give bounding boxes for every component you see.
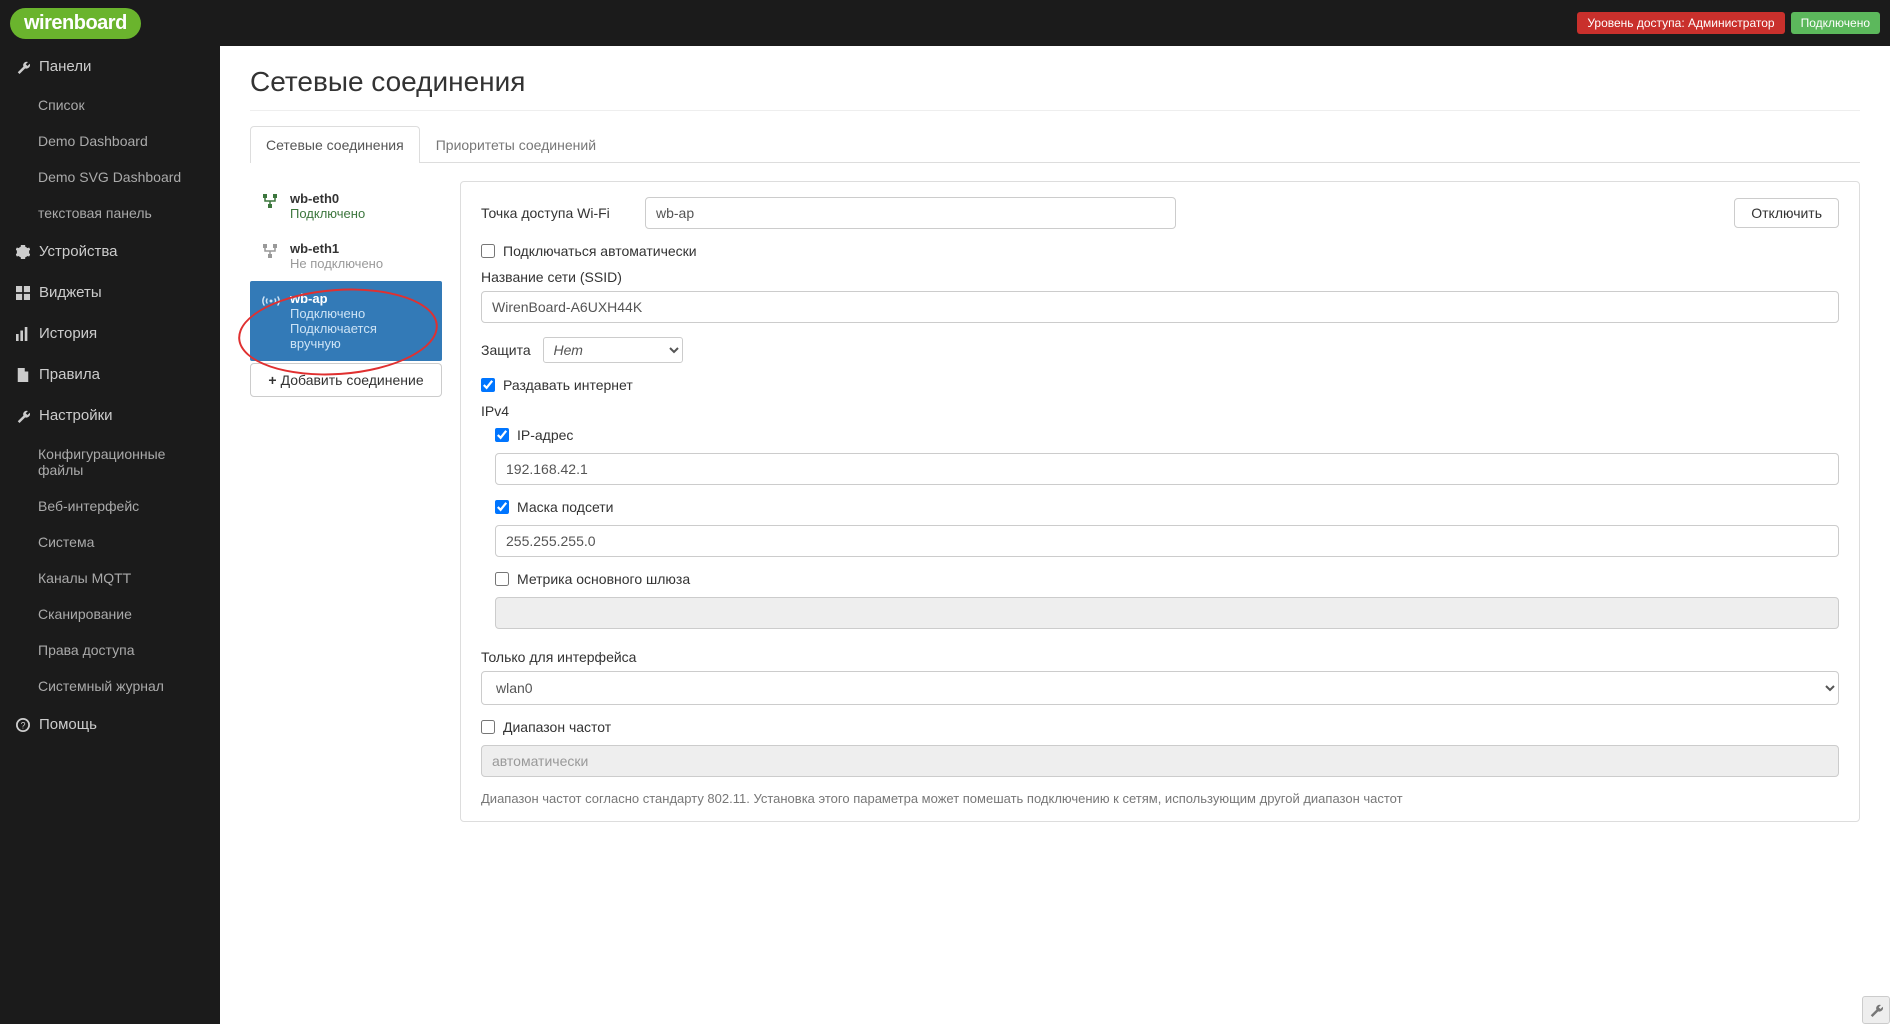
gateway-metric-checkbox[interactable] xyxy=(495,572,509,586)
share-internet-label: Раздавать интернет xyxy=(503,377,633,393)
sidebar-item-demo-dashboard[interactable]: Demo Dashboard xyxy=(0,123,220,159)
sidebar-item-config-files[interactable]: Конфигурационные файлы xyxy=(0,436,220,488)
document-icon xyxy=(15,368,31,382)
connection-name: wb-eth0 xyxy=(290,191,430,206)
connection-name: wb-eth1 xyxy=(290,241,430,256)
connection-status: Подключено xyxy=(290,206,430,221)
wifi-ap-icon xyxy=(262,293,280,351)
sidebar-history-label: История xyxy=(39,325,97,342)
sidebar-item-system[interactable]: Система xyxy=(0,524,220,560)
connection-item-wb-eth0[interactable]: wb-eth0 Подключено xyxy=(250,181,442,231)
sidebar-panels-label: Панели xyxy=(39,58,91,75)
subnet-mask-checkbox[interactable] xyxy=(495,500,509,514)
security-label: Защита xyxy=(481,342,531,358)
gateway-metric-label: Метрика основного шлюза xyxy=(517,571,690,587)
ip-address-label: IP-адрес xyxy=(517,427,573,443)
ssid-label: Название сети (SSID) xyxy=(481,269,1839,285)
sidebar-widgets[interactable]: Виджеты xyxy=(0,272,220,313)
connection-type-label: Точка доступа Wi-Fi xyxy=(481,205,631,221)
connection-name: wb-ap xyxy=(290,291,430,306)
sidebar-item-list[interactable]: Список xyxy=(0,87,220,123)
sidebar-help[interactable]: ? Помощь xyxy=(0,704,220,745)
access-level-badge[interactable]: Уровень доступа: Администратор xyxy=(1577,12,1784,34)
connection-detail-panel: Точка доступа Wi-Fi Отключить Подключать… xyxy=(460,181,1860,822)
wrench-icon xyxy=(15,60,31,74)
wrench-icon xyxy=(15,409,31,423)
interface-label: Только для интерфейса xyxy=(481,649,1839,665)
connection-status-extra: Подключается вручную xyxy=(290,321,430,351)
tab-connection-priorities[interactable]: Приоритеты соединений xyxy=(420,126,612,163)
freq-range-label: Диапазон частот xyxy=(503,719,611,735)
page-settings-button[interactable] xyxy=(1862,996,1890,1024)
sidebar-devices[interactable]: Устройства xyxy=(0,231,220,272)
sidebar-panels[interactable]: Панели xyxy=(0,46,220,87)
add-connection-button[interactable]: + Добавить соединение xyxy=(250,363,442,397)
disconnect-button[interactable]: Отключить xyxy=(1734,198,1839,228)
divider xyxy=(250,110,1860,111)
auto-connect-label: Подключаться автоматически xyxy=(503,243,697,259)
gateway-metric-input xyxy=(495,597,1839,629)
main-content: Сетевые соединения Сетевые соединения Пр… xyxy=(220,46,1890,1024)
sidebar-history[interactable]: История xyxy=(0,313,220,354)
sidebar-item-scanning[interactable]: Сканирование xyxy=(0,596,220,632)
page-title: Сетевые соединения xyxy=(250,66,1860,98)
connection-status-badge: Подключено xyxy=(1791,12,1880,34)
connection-list: wb-eth0 Подключено wb-eth1 Не подключено xyxy=(250,181,442,822)
sidebar-settings[interactable]: Настройки xyxy=(0,395,220,436)
plus-icon: + xyxy=(268,372,276,388)
sidebar-settings-label: Настройки xyxy=(39,407,113,424)
subnet-mask-input[interactable] xyxy=(495,525,1839,557)
sidebar-item-system-log[interactable]: Системный журнал xyxy=(0,668,220,704)
tab-network-connections[interactable]: Сетевые соединения xyxy=(250,126,420,163)
connection-status: Не подключено xyxy=(290,256,430,271)
logo: wirenboard xyxy=(10,8,141,39)
sidebar-item-access-rights[interactable]: Права доступа xyxy=(0,632,220,668)
help-icon: ? xyxy=(15,718,31,732)
sidebar-item-text-panel[interactable]: текстовая панель xyxy=(0,195,220,231)
sidebar: Панели Список Demo Dashboard Demo SVG Da… xyxy=(0,46,220,1024)
chart-icon xyxy=(15,327,31,341)
sidebar-help-label: Помощь xyxy=(39,716,97,733)
connection-status: Подключено xyxy=(290,306,430,321)
sidebar-widgets-label: Виджеты xyxy=(39,284,102,301)
ip-address-checkbox[interactable] xyxy=(495,428,509,442)
ssid-input[interactable] xyxy=(481,291,1839,323)
sidebar-rules-label: Правила xyxy=(39,366,100,383)
grid-icon xyxy=(15,286,31,300)
connection-item-wb-ap[interactable]: wb-ap Подключено Подключается вручную xyxy=(250,281,442,361)
freq-range-input xyxy=(481,745,1839,777)
ethernet-icon xyxy=(262,193,280,221)
freq-range-checkbox[interactable] xyxy=(481,720,495,734)
sidebar-item-demo-svg-dashboard[interactable]: Demo SVG Dashboard xyxy=(0,159,220,195)
sidebar-devices-label: Устройства xyxy=(39,243,117,260)
ip-address-input[interactable] xyxy=(495,453,1839,485)
connection-name-input[interactable] xyxy=(645,197,1176,229)
gear-icon xyxy=(15,245,31,259)
freq-range-help: Диапазон частот согласно стандарту 802.1… xyxy=(481,791,1839,806)
sidebar-rules[interactable]: Правила xyxy=(0,354,220,395)
security-select[interactable]: Нет xyxy=(543,337,683,363)
ethernet-icon xyxy=(262,243,280,271)
connection-item-wb-eth1[interactable]: wb-eth1 Не подключено xyxy=(250,231,442,281)
sidebar-item-mqtt-channels[interactable]: Каналы MQTT xyxy=(0,560,220,596)
tabs: Сетевые соединения Приоритеты соединений xyxy=(250,126,1860,163)
subnet-mask-label: Маска подсети xyxy=(517,499,614,515)
topbar: wirenboard Уровень доступа: Администрато… xyxy=(0,0,1890,46)
ipv4-heading: IPv4 xyxy=(481,403,1839,419)
svg-text:?: ? xyxy=(21,720,26,730)
share-internet-checkbox[interactable] xyxy=(481,378,495,392)
add-connection-label: Добавить соединение xyxy=(281,372,424,388)
auto-connect-checkbox[interactable] xyxy=(481,244,495,258)
sidebar-item-web-interface[interactable]: Веб-интерфейс xyxy=(0,488,220,524)
interface-select[interactable]: wlan0 xyxy=(481,671,1839,705)
